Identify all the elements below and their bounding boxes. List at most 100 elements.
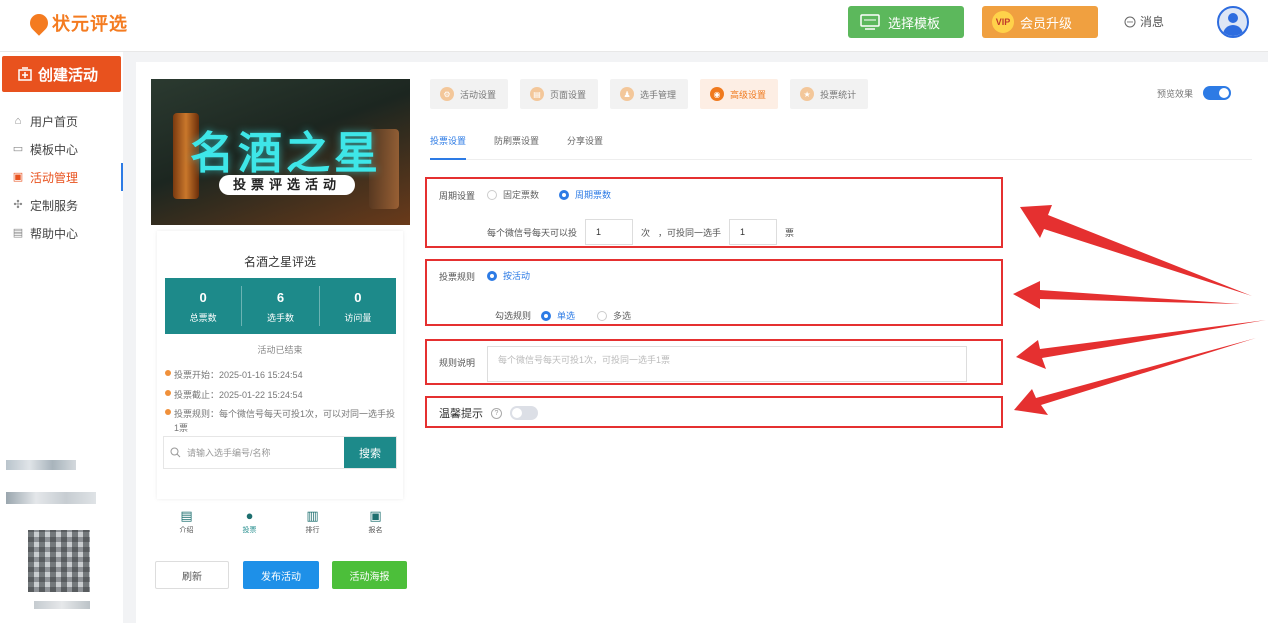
- radio-single[interactable]: 单选: [541, 309, 575, 322]
- rule-description-label: 规则说明: [439, 358, 476, 368]
- radio-by-activity[interactable]: 按活动: [487, 269, 530, 282]
- logo[interactable]: 状元评选: [26, 10, 128, 36]
- sidebar-item-label: 用户首页: [30, 114, 79, 129]
- contestants-icon: ♟: [620, 87, 635, 101]
- rank-icon: ▥: [306, 508, 319, 523]
- sidebar: 创建活动 ⌂ 用户首页 ▭ 模板中心 ▣ 活动管理 ✣ 定制服务 ▤ 帮助中心: [0, 52, 123, 623]
- message-link[interactable]: 消息: [1124, 13, 1164, 30]
- vip-icon: VIP: [992, 11, 1014, 33]
- page-settings-icon: ▤: [530, 87, 545, 101]
- activity-status: 活动已结束: [257, 345, 303, 355]
- sidebar-item-activities[interactable]: ▣ 活动管理: [0, 163, 123, 191]
- sidebar-item-label: 活动管理: [30, 170, 79, 185]
- publish-activity-button[interactable]: 发布活动: [243, 561, 319, 589]
- main-panel: 名酒之星 投票评选活动 名酒之星评选 0 总票数 6 选手数 0 访问量 活动已…: [136, 62, 1268, 623]
- intro-icon: ▤: [180, 508, 193, 523]
- times-per-day-input[interactable]: 1: [585, 219, 634, 245]
- preview-toggle[interactable]: [1203, 86, 1232, 100]
- settings-tabs: ⚙ 活动设置 ▤ 页面设置 ♟ 选手管理 ◉ 高级设置 ★ 投票统计: [430, 79, 869, 109]
- activity-poster-button[interactable]: 活动海报: [332, 561, 407, 589]
- contestant-search: 请输入选手编号/名称 搜索: [163, 436, 397, 469]
- rule-description-box: 规则说明 每个微信号每天可投1次，可投同一选手1票: [425, 339, 1003, 385]
- tab-vote-statistics[interactable]: ★ 投票统计: [790, 79, 869, 109]
- refresh-button[interactable]: 刷新: [155, 561, 229, 589]
- vote-rule-label: 投票规则: [439, 272, 476, 282]
- vote-rule-info: 投票规则：每个微信号每天可投1次，可以对同一选手投1票: [165, 407, 397, 435]
- signup-icon: ▣: [369, 508, 382, 523]
- activity-name: 名酒之星评选: [243, 255, 316, 269]
- tip-toggle[interactable]: [510, 406, 538, 420]
- stat-contestants: 6 选手数: [242, 286, 320, 326]
- tab-page-settings[interactable]: ▤ 页面设置: [520, 79, 599, 109]
- check-rule-label: 勾选规则: [495, 311, 532, 321]
- votes-per-contestant-input[interactable]: 1: [729, 219, 778, 245]
- tab-activity-settings[interactable]: ⚙ 活动设置: [430, 79, 509, 109]
- activity-poster: 名酒之星 投票评选活动: [151, 79, 410, 225]
- period-settings-label: 周期设置: [439, 191, 476, 201]
- stat-visits: 0 访问量: [344, 290, 372, 323]
- sidebar-item-label: 帮助中心: [30, 226, 79, 241]
- tab-vote[interactable]: ● 投票: [218, 507, 281, 543]
- poster-subtitle: 投票评选活动: [219, 175, 355, 195]
- vote-start-info: 投票开始：2025-01-16 15:24:54: [165, 368, 303, 381]
- sidebar-item-label: 定制服务: [30, 198, 79, 213]
- select-template-button[interactable]: 选择模板: [848, 6, 964, 38]
- vote-end-info: 投票截止：2025-01-22 15:24:54: [165, 388, 303, 401]
- logo-icon: [26, 10, 52, 36]
- period-text-votes: 票: [785, 227, 795, 238]
- user-avatar[interactable]: [1217, 6, 1249, 38]
- sidebar-item-home[interactable]: ⌂ 用户首页: [0, 107, 123, 135]
- stat-total-votes: 0 总票数: [165, 286, 243, 326]
- stats-bar: 0 总票数 6 选手数 0 访问量: [165, 278, 396, 334]
- tab-advanced-settings[interactable]: ◉ 高级设置: [700, 79, 779, 109]
- blurred-caption: [34, 601, 90, 609]
- logo-text: 状元评选: [52, 14, 128, 34]
- rule-description-textarea[interactable]: 每个微信号每天可投1次，可投同一选手1票: [487, 346, 967, 382]
- tab-rank[interactable]: ▥ 排行: [281, 507, 344, 543]
- period-settings-box: 周期设置 固定票数 周期票数 每个微信号每天可以投 1 次 ，可投同一选手 1 …: [425, 177, 1003, 248]
- subtab-vote-settings[interactable]: 投票设置: [430, 132, 467, 160]
- blurred-contact-line: [6, 460, 76, 470]
- activity-card: 名酒之星评选 0 总票数 6 选手数 0 访问量 活动已结束 投票开始：2025…: [157, 231, 403, 499]
- tab-signup[interactable]: ▣ 报名: [344, 507, 407, 543]
- tip-box: 温馨提示 ?: [425, 396, 1003, 428]
- blurred-contact-line: [6, 492, 96, 504]
- sidebar-item-help[interactable]: ▤ 帮助中心: [0, 219, 123, 247]
- subtab-share-settings[interactable]: 分享设置: [567, 132, 603, 160]
- custom-icon: ✣: [13, 199, 23, 211]
- create-activity-button[interactable]: 创建活动: [2, 56, 121, 92]
- tab-intro[interactable]: ▤ 介绍: [155, 507, 218, 543]
- create-activity-label: 创建活动: [38, 66, 99, 84]
- search-input[interactable]: 请输入选手编号/名称: [164, 437, 344, 468]
- period-text-prefix: 每个微信号每天可以投: [487, 227, 578, 238]
- subtab-anti-fraud[interactable]: 防刷票设置: [494, 132, 539, 160]
- message-icon: [1124, 16, 1136, 27]
- vote-rule-box: 投票规则 按活动 勾选规则 单选 多选: [425, 259, 1003, 326]
- radio-cycle-votes[interactable]: 周期票数: [559, 188, 611, 201]
- top-bar: 状元评选 选择模板 VIP 会员升级 消息: [0, 0, 1268, 52]
- ticket-icon: ▣: [12, 171, 24, 183]
- tab-contestant-management[interactable]: ♟ 选手管理: [610, 79, 689, 109]
- search-button[interactable]: 搜索: [344, 437, 396, 468]
- radio-fixed-votes[interactable]: 固定票数: [487, 188, 539, 201]
- phone-tab-bar: ▤ 介绍 ● 投票 ▥ 排行 ▣ 报名: [155, 507, 407, 543]
- period-text-middle: ，可投同一选手: [658, 227, 722, 238]
- sidebar-nav: ⌂ 用户首页 ▭ 模板中心 ▣ 活动管理 ✣ 定制服务 ▤ 帮助中心: [0, 107, 123, 247]
- monitor-icon: [860, 14, 880, 30]
- poster-title: 名酒之星: [190, 128, 382, 179]
- help-icon[interactable]: ?: [491, 407, 502, 419]
- sidebar-item-templates[interactable]: ▭ 模板中心: [0, 135, 123, 163]
- select-template-label: 选择模板: [888, 15, 941, 31]
- radio-multiple[interactable]: 多选: [597, 309, 631, 322]
- vip-upgrade-label: 会员升级: [1020, 15, 1073, 31]
- preview-toggle-row: 预览效果: [1157, 86, 1232, 100]
- preview-label: 预览效果: [1157, 88, 1194, 99]
- advanced-settings-icon: ◉: [710, 87, 725, 101]
- vote-icon: ●: [245, 508, 254, 523]
- create-icon: [18, 67, 32, 81]
- activity-settings-icon: ⚙: [440, 87, 454, 101]
- qr-code-image: [28, 530, 90, 592]
- vip-upgrade-button[interactable]: VIP 会员升级: [982, 6, 1098, 38]
- tip-label: 温馨提示: [439, 408, 483, 420]
- sidebar-item-custom[interactable]: ✣ 定制服务: [0, 191, 123, 219]
